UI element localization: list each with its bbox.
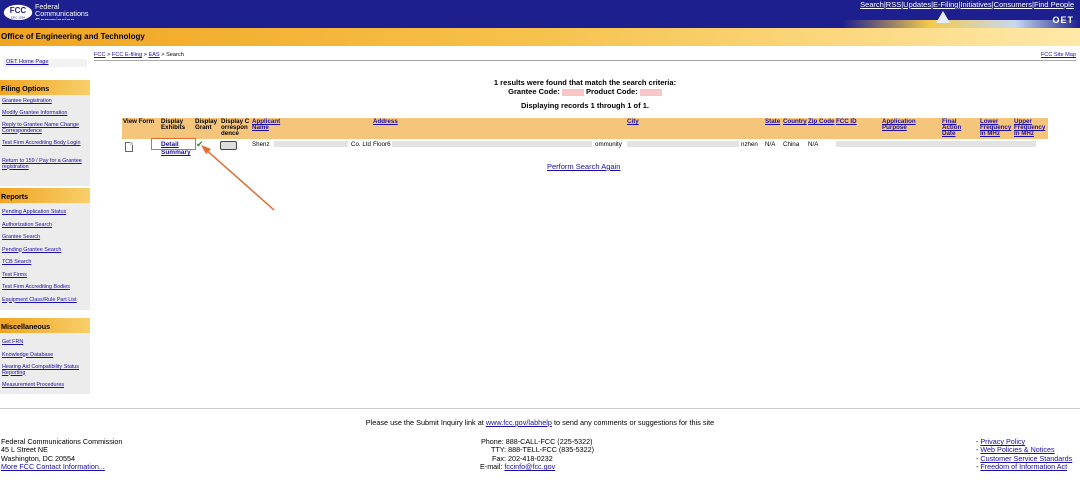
- site-map-link[interactable]: FCC Site Map: [1041, 52, 1076, 58]
- col-lower-frequency[interactable]: Lower Frequency In MHz: [980, 118, 1011, 137]
- redacted-city: [627, 141, 739, 147]
- breadcrumb-fcc[interactable]: FCC: [94, 52, 106, 58]
- redacted-address: [392, 141, 592, 147]
- col-fcc-id[interactable]: FCC ID: [836, 118, 857, 125]
- panel-reports: Reports Pending Application Status Autho…: [0, 188, 90, 310]
- redacted-applicant: [274, 141, 348, 147]
- fcc-logo-icon[interactable]: FCC DEC 1934: [3, 4, 33, 21]
- displaying-records-text: Displaying records 1 through 1 of 1.: [521, 101, 649, 110]
- sidebar-item-test-firm-login[interactable]: Test Firm Accrediting Body Login: [0, 140, 90, 159]
- oet-label: OET: [1052, 15, 1074, 25]
- oet-stripe: [0, 20, 1080, 28]
- results-found-text: 1 results were found that match the sear…: [493, 78, 677, 87]
- address-start: Floor6: [373, 141, 391, 148]
- breadcrumb-efiling[interactable]: FCC E-filing: [112, 52, 142, 58]
- perform-search-again-link[interactable]: Perform Search Again: [547, 162, 620, 171]
- sidebar-item-return-159[interactable]: Return to 159 / Pay for a Grantee regist…: [0, 158, 90, 177]
- search-criteria: Grantee Code: Product Code:: [0, 87, 1080, 96]
- col-upper-frequency[interactable]: Upper Frequency In MHz: [1014, 118, 1045, 137]
- table-header: View Form Display Exhibits Display Grant…: [122, 118, 1048, 139]
- footer-policy-links: - Privacy Policy - Web Policies & Notice…: [976, 437, 1073, 472]
- state-value: N/A: [765, 141, 776, 148]
- col-application-purpose[interactable]: Application Purpose: [882, 118, 916, 131]
- col-final-action-date[interactable]: Final Action Date: [942, 118, 961, 137]
- city-end: nzhen: [741, 141, 758, 148]
- sidebar-item-pending-application[interactable]: Pending Application Status: [0, 209, 90, 223]
- col-address[interactable]: Address: [373, 118, 398, 125]
- top-link-find-people[interactable]: Find People: [1034, 0, 1074, 9]
- sidebar: OET Home Page Filing Options Grantee Reg…: [0, 46, 92, 396]
- top-link-search[interactable]: Search: [860, 0, 884, 9]
- top-link-initiatives[interactable]: Initiatives: [960, 0, 991, 9]
- panel-title: Reports: [0, 188, 90, 203]
- sidebar-item-get-frn[interactable]: Get FRN: [0, 339, 90, 353]
- footer-contact: Phone: 888-CALL-FCC (225-5322) TTY: 888-…: [476, 437, 594, 472]
- breadcrumb: FCC > FCC E-filing > EAS > Search: [94, 52, 184, 58]
- col-applicant-name[interactable]: Applicant Name: [252, 118, 280, 131]
- address-mid: ommunity: [595, 141, 622, 148]
- col-display-correspondence: Display Correspondence: [221, 118, 250, 138]
- sidebar-item-measurement[interactable]: Measurement Procedures: [0, 382, 90, 396]
- footer-address: Federal Communications Commission 45 L S…: [1, 437, 123, 472]
- sidebar-item-reply-name-change[interactable]: Reply to Grantee Name Change Corresponde…: [0, 122, 90, 141]
- col-display-grant: Display Grant: [195, 118, 218, 132]
- more-contact-info-link[interactable]: More FCC Contact Information...: [1, 462, 105, 471]
- col-display-exhibits: Display Exhibits: [161, 118, 186, 132]
- top-link-consumers[interactable]: Consumers: [994, 0, 1032, 9]
- country-value: China: [783, 141, 800, 148]
- top-link-updates[interactable]: Updates: [903, 0, 931, 9]
- logo-text: FCC: [10, 6, 27, 15]
- labhelp-link[interactable]: www.fcc.gov/labhelp: [486, 418, 552, 427]
- sidebar-item-equipment-class[interactable]: Equipment Class/Rule Part List: [0, 297, 90, 311]
- sidebar-item-tcb-search[interactable]: TCB Search: [0, 259, 90, 273]
- panel-title: Miscellaneous: [0, 318, 90, 333]
- breadcrumb-current: Search: [166, 52, 184, 58]
- breadcrumb-eas[interactable]: EAS: [148, 52, 159, 58]
- top-nav: Search|RSS|Updates|E-Filing|Initiatives|…: [860, 0, 1074, 9]
- sidebar-item-grantee-search[interactable]: Grantee Search: [0, 234, 90, 248]
- oet-logo-icon: [936, 11, 950, 23]
- top-link-rss[interactable]: RSS: [886, 0, 901, 9]
- inquiry-text: Please use the Submit Inquiry link at ww…: [365, 418, 715, 427]
- col-city[interactable]: City: [627, 118, 639, 125]
- col-zip-code[interactable]: Zip Code: [808, 118, 834, 125]
- product-code-redacted: [639, 88, 662, 96]
- sidebar-item-hearing-aid[interactable]: Hearing Aid Compatibility Status Reporti…: [0, 364, 90, 383]
- foia-link[interactable]: Freedom of Information Act: [980, 462, 1067, 471]
- office-title-band: Office of Engineering and Technology: [0, 28, 1080, 46]
- summary-link[interactable]: Summary: [161, 149, 191, 156]
- col-country[interactable]: Country: [783, 118, 807, 125]
- col-state[interactable]: State: [765, 118, 780, 125]
- footer-email-link[interactable]: fccinfo@fcc.gov: [504, 462, 555, 471]
- redacted-fcc-data: [836, 141, 1036, 147]
- zip-value: N/A: [808, 141, 819, 148]
- col-view-form: View Form: [123, 118, 155, 125]
- sidebar-item-test-firm-bodies[interactable]: Test Firm Accrediting Bodies: [0, 284, 90, 298]
- logo-subtext: DEC 1934: [11, 16, 25, 20]
- footer-divider: [0, 408, 1080, 409]
- panel-miscellaneous: Miscellaneous Get FRN Knowledge Database…: [0, 318, 90, 394]
- top-link-efiling[interactable]: E-Filing: [933, 0, 958, 9]
- oet-home-link[interactable]: OET Home Page: [3, 59, 87, 67]
- grantee-code-redacted: [561, 88, 584, 96]
- annotation-arrow-icon: [201, 145, 275, 211]
- office-title: Office of Engineering and Technology: [1, 32, 145, 41]
- applicant-name-end: Co. Ltd: [351, 141, 371, 148]
- breadcrumb-divider: [94, 60, 1076, 61]
